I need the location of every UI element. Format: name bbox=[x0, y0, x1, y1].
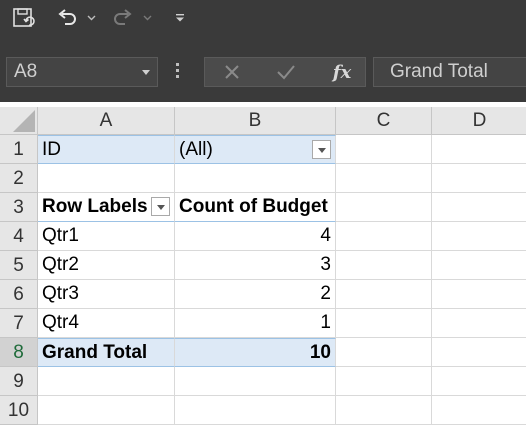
filter-dropdown-icon[interactable] bbox=[312, 140, 331, 159]
row-header-7[interactable]: 7 bbox=[0, 309, 38, 338]
filter-field-label: ID bbox=[42, 139, 61, 160]
table-row-value[interactable]: 1 bbox=[175, 309, 336, 338]
cell-b9[interactable] bbox=[175, 367, 336, 396]
undo-dropdown-icon[interactable] bbox=[84, 0, 98, 36]
undo-icon[interactable] bbox=[54, 0, 80, 36]
cell-d6[interactable] bbox=[432, 280, 526, 309]
cell-c10[interactable] bbox=[336, 396, 432, 425]
row-header-10[interactable]: 10 bbox=[0, 396, 38, 425]
cell-a2[interactable] bbox=[38, 164, 175, 193]
name-box-dropdown-icon[interactable] bbox=[142, 70, 150, 75]
cell-c6[interactable] bbox=[336, 280, 432, 309]
cell-c8[interactable] bbox=[336, 338, 432, 367]
filter-value: (All) bbox=[179, 139, 213, 160]
table-row-label[interactable]: Qtr2 bbox=[38, 251, 175, 280]
grand-total-value-cell[interactable]: 10 bbox=[175, 338, 336, 367]
cell-a10[interactable] bbox=[38, 396, 175, 425]
cell-a9[interactable] bbox=[38, 367, 175, 396]
more-options-icon[interactable] bbox=[176, 63, 180, 81]
table-row-label[interactable]: Qtr4 bbox=[38, 309, 175, 338]
select-all-icon bbox=[13, 110, 35, 132]
cell-c4[interactable] bbox=[336, 222, 432, 251]
row-header-6[interactable]: 6 bbox=[0, 280, 38, 309]
table-row-label[interactable]: Qtr1 bbox=[38, 222, 175, 251]
save-icon[interactable] bbox=[10, 0, 38, 36]
cell-b2[interactable] bbox=[175, 164, 336, 193]
filter-field-cell[interactable]: ID bbox=[38, 135, 175, 164]
cell-c5[interactable] bbox=[336, 251, 432, 280]
column-header-c[interactable]: C bbox=[336, 107, 432, 135]
row-header-4[interactable]: 4 bbox=[0, 222, 38, 251]
formula-input[interactable]: Grand Total bbox=[373, 57, 526, 87]
grand-total-label-cell[interactable]: Grand Total bbox=[38, 338, 175, 367]
worksheet-grid: A B C D 1 2 3 4 5 6 7 8 9 10 ID (All) Ro… bbox=[0, 107, 526, 425]
name-box-value: A8 bbox=[14, 61, 38, 82]
value-field-text: Count of Budget bbox=[179, 196, 328, 217]
row-labels-filter-icon[interactable] bbox=[151, 197, 170, 216]
name-box[interactable]: A8 bbox=[6, 57, 158, 87]
column-header-a[interactable]: A bbox=[38, 107, 175, 135]
cell-d3[interactable] bbox=[432, 193, 526, 222]
cell-d4[interactable] bbox=[432, 222, 526, 251]
redo-dropdown-icon[interactable] bbox=[140, 0, 154, 36]
cell-c3[interactable] bbox=[336, 193, 432, 222]
grand-total-label: Grand Total bbox=[42, 342, 148, 363]
insert-function-icon[interactable]: fx bbox=[327, 58, 357, 86]
cell-d9[interactable] bbox=[432, 367, 526, 396]
cell-d5[interactable] bbox=[432, 251, 526, 280]
value-field-header[interactable]: Count of Budget bbox=[175, 193, 336, 222]
row-header-9[interactable]: 9 bbox=[0, 367, 38, 396]
cell-c9[interactable] bbox=[336, 367, 432, 396]
formula-buttons: fx bbox=[204, 57, 366, 87]
row-header-1[interactable]: 1 bbox=[0, 135, 38, 164]
table-row-value[interactable]: 4 bbox=[175, 222, 336, 251]
quick-access-toolbar bbox=[0, 0, 526, 50]
row-labels-header[interactable]: Row Labels bbox=[38, 193, 175, 222]
cell-d7[interactable] bbox=[432, 309, 526, 338]
cell-d2[interactable] bbox=[432, 164, 526, 193]
cell-c2[interactable] bbox=[336, 164, 432, 193]
cell-d10[interactable] bbox=[432, 396, 526, 425]
cell-b10[interactable] bbox=[175, 396, 336, 425]
cell-d1[interactable] bbox=[432, 135, 526, 164]
formula-value: Grand Total bbox=[390, 61, 488, 82]
select-all-button[interactable] bbox=[0, 107, 38, 135]
cancel-icon[interactable] bbox=[219, 58, 245, 86]
fx-label: fx bbox=[332, 61, 352, 83]
cell-d8[interactable] bbox=[432, 338, 526, 367]
cell-c7[interactable] bbox=[336, 309, 432, 338]
table-row-label[interactable]: Qtr3 bbox=[38, 280, 175, 309]
row-header-8[interactable]: 8 bbox=[0, 338, 38, 367]
cell-c1[interactable] bbox=[336, 135, 432, 164]
filter-value-cell[interactable]: (All) bbox=[175, 135, 336, 164]
column-header-d[interactable]: D bbox=[432, 107, 526, 135]
formula-bar: A8 fx Grand Total bbox=[0, 50, 526, 102]
row-labels-text: Row Labels bbox=[42, 196, 148, 217]
grand-total-value: 10 bbox=[309, 342, 331, 363]
row-header-5[interactable]: 5 bbox=[0, 251, 38, 280]
customize-toolbar-icon[interactable] bbox=[172, 0, 188, 36]
row-header-2[interactable]: 2 bbox=[0, 164, 38, 193]
table-row-value[interactable]: 3 bbox=[175, 251, 336, 280]
table-row-value[interactable]: 2 bbox=[175, 280, 336, 309]
redo-icon[interactable] bbox=[110, 0, 136, 36]
row-header-3[interactable]: 3 bbox=[0, 193, 38, 222]
enter-icon[interactable] bbox=[273, 58, 299, 86]
column-header-b[interactable]: B bbox=[175, 107, 336, 135]
